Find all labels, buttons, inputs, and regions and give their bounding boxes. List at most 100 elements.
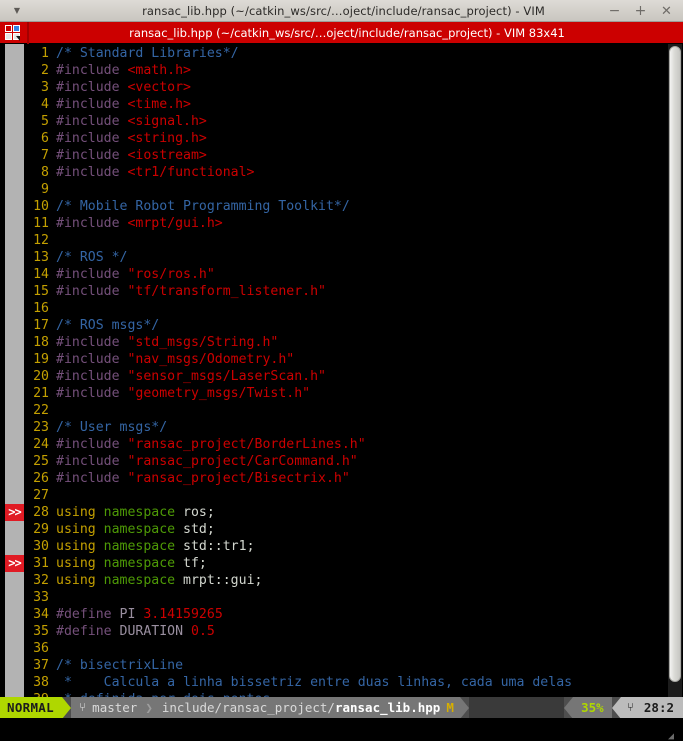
line-number: 31 xyxy=(33,556,49,571)
sign-cell-empty xyxy=(5,96,24,113)
resize-grip-icon[interactable]: ◢ xyxy=(668,726,680,741)
code-token: #include xyxy=(56,80,128,95)
code-line[interactable]: 20 #include "sensor_msgs/LaserScan.h" xyxy=(24,368,683,385)
code-line[interactable]: 23 /* User msgs*/ xyxy=(24,419,683,436)
code-line[interactable]: 3 #include <vector> xyxy=(24,79,683,96)
line-number: 14 xyxy=(33,267,49,282)
code-line[interactable]: 27 xyxy=(24,487,683,504)
status-branch-separator: ❯ xyxy=(145,700,153,715)
sign-cell-empty xyxy=(5,623,24,640)
code-line[interactable]: 17 /* ROS msgs*/ xyxy=(24,317,683,334)
line-number: 11 xyxy=(33,216,49,231)
vertical-scrollbar[interactable] xyxy=(667,44,683,697)
window-list-icon-square-1 xyxy=(5,24,12,32)
code-text-area[interactable]: 1 /* Standard Libraries*/ 2 #include <math.… xyxy=(24,44,683,697)
code-line[interactable]: 22 xyxy=(24,402,683,419)
line-number: 19 xyxy=(33,352,49,367)
code-line[interactable]: 38 * Calcula a linha bissetriz entre dua… xyxy=(24,674,683,691)
sign-column: >> >> xyxy=(5,44,24,697)
line-number: 5 xyxy=(41,114,49,129)
close-button[interactable]: ✕ xyxy=(660,4,673,18)
code-token: * Calcula a linha bissetriz entre duas l… xyxy=(56,675,573,690)
code-token: #include xyxy=(56,148,128,163)
code-line[interactable]: 28 using namespace ros; xyxy=(24,504,683,521)
scrollbar-thumb[interactable] xyxy=(669,46,681,682)
status-file-path: include/ransac_project/ransac_lib.hpp M xyxy=(161,697,460,718)
line-number: 22 xyxy=(33,403,49,418)
code-line[interactable]: 5 #include <signal.h> xyxy=(24,113,683,130)
code-line[interactable]: 37 /* bisectrixLine xyxy=(24,657,683,674)
code-line[interactable]: 36 xyxy=(24,640,683,657)
code-line[interactable]: 31 using namespace tf; xyxy=(24,555,683,572)
sign-cell-empty xyxy=(5,198,24,215)
code-line[interactable]: 10 /* Mobile Robot Programming Toolkit*/ xyxy=(24,198,683,215)
minimize-button[interactable]: − xyxy=(608,4,621,18)
code-token: <mrpt/gui.h> xyxy=(127,216,223,231)
code-line[interactable]: 34 #define PI 3.14159265 xyxy=(24,606,683,623)
code-line[interactable]: 16 xyxy=(24,300,683,317)
line-number: 37 xyxy=(33,658,49,673)
code-token: namespace xyxy=(103,556,184,571)
code-line[interactable]: 9 xyxy=(24,181,683,198)
line-number: 30 xyxy=(33,539,49,554)
status-percent-arrow-left xyxy=(564,697,574,718)
code-line[interactable]: 32 using namespace mrpt::gui; xyxy=(24,572,683,589)
code-line[interactable]: 21 #include "geometry_msgs/Twist.h" xyxy=(24,385,683,402)
sign-cell-empty xyxy=(5,436,24,453)
code-line[interactable]: 8 #include <tr1/functional> xyxy=(24,164,683,181)
code-line[interactable]: 29 using namespace std; xyxy=(24,521,683,538)
status-mode: NORMAL xyxy=(0,697,62,718)
code-line[interactable]: 2 #include <math.h> xyxy=(24,62,683,79)
code-token: "ransac_project/CarCommand.h" xyxy=(127,454,358,469)
code-line[interactable]: 15 #include "tf/transform_listener.h" xyxy=(24,283,683,300)
line-number: 25 xyxy=(33,454,49,469)
code-line[interactable]: 24 #include "ransac_project/BorderLines.h… xyxy=(24,436,683,453)
code-token: #include xyxy=(56,386,128,401)
sign-cell-empty xyxy=(5,538,24,555)
status-path-prefix: include/ransac_project/ xyxy=(161,700,335,715)
line-number: 2 xyxy=(41,63,49,78)
sign-cell-empty xyxy=(5,147,24,164)
maximize-button[interactable]: + xyxy=(634,4,647,18)
code-line[interactable]: 13 /* ROS */ xyxy=(24,249,683,266)
line-number: 32 xyxy=(33,573,49,588)
sign-cell-empty xyxy=(5,419,24,436)
code-line[interactable]: 18 #include "std_msgs/String.h" xyxy=(24,334,683,351)
code-line[interactable]: 6 #include <string.h> xyxy=(24,130,683,147)
code-line[interactable]: 25 #include "ransac_project/CarCommand.h" xyxy=(24,453,683,470)
code-line[interactable]: 12 xyxy=(24,232,683,249)
code-token: mrpt::gui; xyxy=(183,573,263,588)
active-tab-title[interactable]: ransac_lib.hpp (~/catkin_ws/src/…oject/i… xyxy=(29,26,683,40)
window-titlebar: ▼ ransac_lib.hpp (~/catkin_ws/src/…oject… xyxy=(0,0,683,22)
code-token: /* Mobile Robot Programming Toolkit*/ xyxy=(56,199,350,214)
status-path-arrow xyxy=(459,697,469,718)
code-token: /* bisectrixLine xyxy=(56,658,184,673)
code-line[interactable]: 35 #define DURATION 0.5 xyxy=(24,623,683,640)
code-line[interactable]: 14 #include "ros/ros.h" xyxy=(24,266,683,283)
code-line[interactable]: 1 /* Standard Libraries*/ xyxy=(24,45,683,62)
code-token: using xyxy=(56,505,104,520)
sign-cell-empty xyxy=(5,640,24,657)
code-line[interactable]: 30 using namespace std::tr1; xyxy=(24,538,683,555)
sign-cell-empty xyxy=(5,113,24,130)
code-line[interactable]: 11 #include <mrpt/gui.h> xyxy=(24,215,683,232)
code-line[interactable]: 19 #include "nav_msgs/Odometry.h" xyxy=(24,351,683,368)
code-line[interactable]: 33 xyxy=(24,589,683,606)
code-line[interactable]: 26 #include "ransac_project/Bisectrix.h" xyxy=(24,470,683,487)
sign-cell-empty xyxy=(5,215,24,232)
status-scroll-percent: 35% xyxy=(573,697,612,718)
sign-cell-empty xyxy=(5,130,24,147)
code-line[interactable]: 4 #include <time.h> xyxy=(24,96,683,113)
code-token: using xyxy=(56,573,104,588)
code-token: #include xyxy=(56,114,128,129)
code-token: #include xyxy=(56,284,128,299)
code-line[interactable]: 7 #include <iostream> xyxy=(24,147,683,164)
window-list-icon-square-2 xyxy=(13,24,20,32)
sign-cell-empty xyxy=(5,283,24,300)
line-number: 6 xyxy=(41,131,49,146)
chevron-down-icon[interactable]: ▼ xyxy=(0,0,34,22)
code-token: #include xyxy=(56,97,128,112)
window-list-icon[interactable] xyxy=(3,22,25,44)
sign-cell-empty xyxy=(5,657,24,674)
code-token: "tf/transform_listener.h" xyxy=(127,284,326,299)
